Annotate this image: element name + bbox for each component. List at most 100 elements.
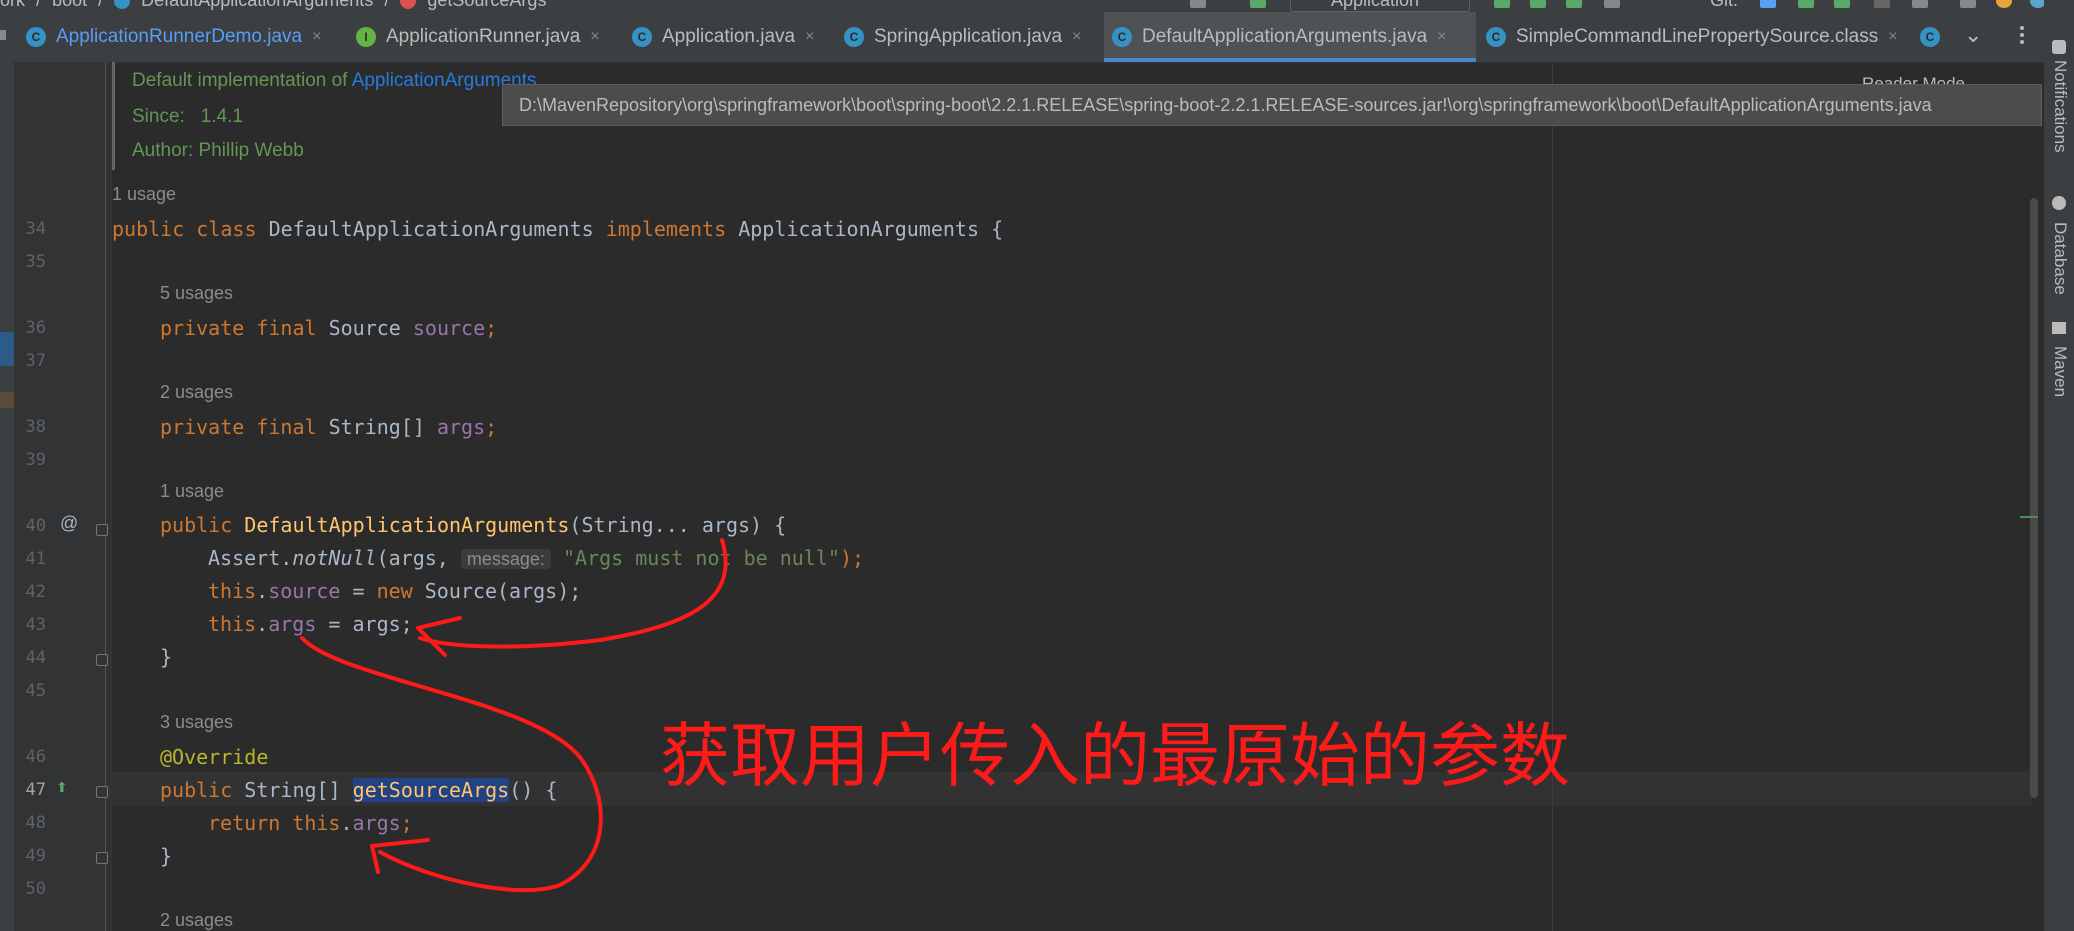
semicolon: ; [485,415,498,439]
breadcrumb-separator: / [384,0,390,10]
bell-icon [2052,40,2066,54]
javadoc-description: Default implementation of ApplicationArg… [132,70,537,92]
javadoc-author-label: Author: [132,140,194,161]
database-icon [2052,196,2066,210]
tab-defaultapplicationarguments[interactable]: C DefaultApplicationArguments.java × [1104,12,1476,62]
line-number: 48 [25,813,46,833]
tool-maven[interactable]: Maven [2050,346,2070,397]
class-icon [114,0,131,10]
git-commit-icon[interactable] [1798,0,1814,8]
tab-label: SimpleCommandLinePropertySource.class [1516,26,1879,47]
code-line-36[interactable]: private final Source source; [160,312,497,344]
breadcrumb-item[interactable]: getSourceArgs [427,0,546,10]
breadcrumb-item[interactable]: ork [0,0,25,10]
line-number: 46 [25,747,46,767]
more-options-icon[interactable] [2020,26,2028,44]
string-literal: "Args must not be null" [562,546,840,570]
tab-springapplication[interactable]: C SpringApplication.java × [836,12,1081,62]
rollback-icon[interactable] [1912,0,1928,8]
dot: . [256,579,269,603]
code-line-40[interactable]: public DefaultApplicationArguments(Strin… [160,509,786,541]
code-line-43[interactable]: this.args = args; [208,608,413,640]
breadcrumb: ork / boot / DefaultApplicationArguments… [0,0,552,11]
close-icon[interactable]: × [312,28,321,46]
editor-gutter[interactable]: 34 35 36 37 38 39 40 41 42 43 44 45 46 4… [14,62,112,931]
close-icon[interactable]: × [805,28,814,46]
implements-method-icon[interactable]: ⬆ [56,779,68,796]
breadcrumb-item[interactable]: DefaultApplicationArguments [141,0,373,10]
breadcrumb-separator: / [98,0,104,10]
usages-hint[interactable]: 1 usage [112,184,176,205]
type-name: Source [328,316,401,340]
git-history-icon[interactable] [1874,0,1890,8]
line-number: 45 [25,681,46,701]
code-line-44[interactable]: } [160,641,172,673]
update-icon[interactable] [1996,0,2012,8]
javadoc-author: Author: Phillip Webb [132,140,304,162]
code-line-41[interactable]: Assert.notNull(args, message: "Args must… [208,542,864,575]
gutter-separator [105,62,106,931]
git-push-icon[interactable] [1834,0,1850,8]
breadcrumb-item[interactable]: boot [52,0,87,10]
line-number: 39 [25,450,46,470]
run-configuration-select[interactable]: Application [1290,0,1470,12]
field-name: args [268,612,317,636]
editor-scrollbar[interactable] [2030,198,2038,798]
breadcrumb-bar: ork / boot / DefaultApplicationArguments… [0,0,2074,12]
close-icon[interactable]: × [590,28,599,46]
coverage-icon[interactable] [1566,0,1582,8]
constructor-usages-at-icon[interactable]: @ [60,513,78,534]
tab-label: ApplicationRunner.java [386,26,581,47]
method-name-selected[interactable]: getSourceArgs [352,778,510,802]
code-line-38[interactable]: private final String[] args; [160,411,497,443]
run-icon[interactable] [1494,0,1510,8]
javadoc-since: Since: 1.4.1 [132,106,243,128]
tab-overflow[interactable]: C [1912,12,1952,62]
keyword: public [160,513,233,537]
close-icon[interactable]: × [1072,28,1081,46]
code-line-47[interactable]: public String[] getSourceArgs() { [160,774,557,806]
fold-toggle-icon[interactable] [96,524,108,536]
usages-hint[interactable]: 5 usages [160,283,233,304]
usages-hint[interactable]: 1 usage [160,481,224,502]
class-icon: C [632,27,652,47]
tool-database[interactable]: Database [2050,222,2070,295]
close-icon[interactable]: × [1437,28,1446,46]
code-line-46[interactable]: @Override [160,741,268,773]
code-line-34[interactable]: public class DefaultApplicationArguments… [112,213,1003,245]
code-line-49[interactable]: } [160,840,172,872]
usages-hint[interactable]: 2 usages [160,910,233,931]
code-line-48[interactable]: return this.args; [208,807,413,839]
debug-icon[interactable] [1530,0,1546,8]
git-update-icon[interactable] [1760,0,1776,8]
line-number-current: 47 [25,780,46,800]
line-number: 44 [25,648,46,668]
search-icon[interactable] [1960,0,1976,8]
tab-label: DefaultApplicationArguments.java [1142,26,1428,47]
tool-notifications[interactable]: Notifications [2050,60,2070,153]
profile-icon[interactable] [1604,0,1620,8]
keyword: private final [160,415,317,439]
scroll-tabs-left-icon[interactable] [0,30,6,40]
line-number: 36 [25,318,46,338]
tab-list-chevron-down-icon[interactable]: ⌄ [1964,22,1982,48]
fold-toggle-icon[interactable] [96,654,108,666]
close-icon[interactable]: × [1888,28,1897,46]
code-line-42[interactable]: this.source = new Source(args); [208,575,581,607]
javadoc-text: Default implementation of [132,70,352,91]
fold-toggle-icon[interactable] [96,852,108,864]
tab-application[interactable]: C Application.java × [624,12,814,62]
parameter-hint: message: [460,549,551,569]
keyword: private final [160,316,317,340]
parameters: () { [509,778,558,802]
tab-applicationrunner[interactable]: I ApplicationRunner.java × [348,12,600,62]
usages-hint[interactable]: 3 usages [160,712,233,733]
expression: = args; [316,612,413,636]
fold-toggle-icon[interactable] [96,786,108,798]
tab-applicationrunnerdemo[interactable]: C ApplicationRunnerDemo.java × [18,12,321,62]
usages-hint[interactable]: 2 usages [160,382,233,403]
build-hammer-icon[interactable] [1250,0,1266,8]
tab-simplecommandlinepropertysource[interactable]: C SimpleCommandLinePropertySource.class … [1478,12,1898,62]
line-number: 50 [25,879,46,899]
user-icon[interactable] [1190,0,1206,8]
